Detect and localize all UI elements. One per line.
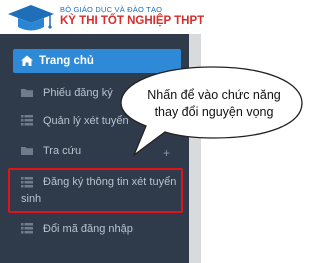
callout-line-1: Nhấn để vào chức năng [147, 88, 281, 102]
callout-line-2: thay đổi nguyện vọng [154, 105, 274, 119]
callout-bubble [120, 66, 303, 157]
